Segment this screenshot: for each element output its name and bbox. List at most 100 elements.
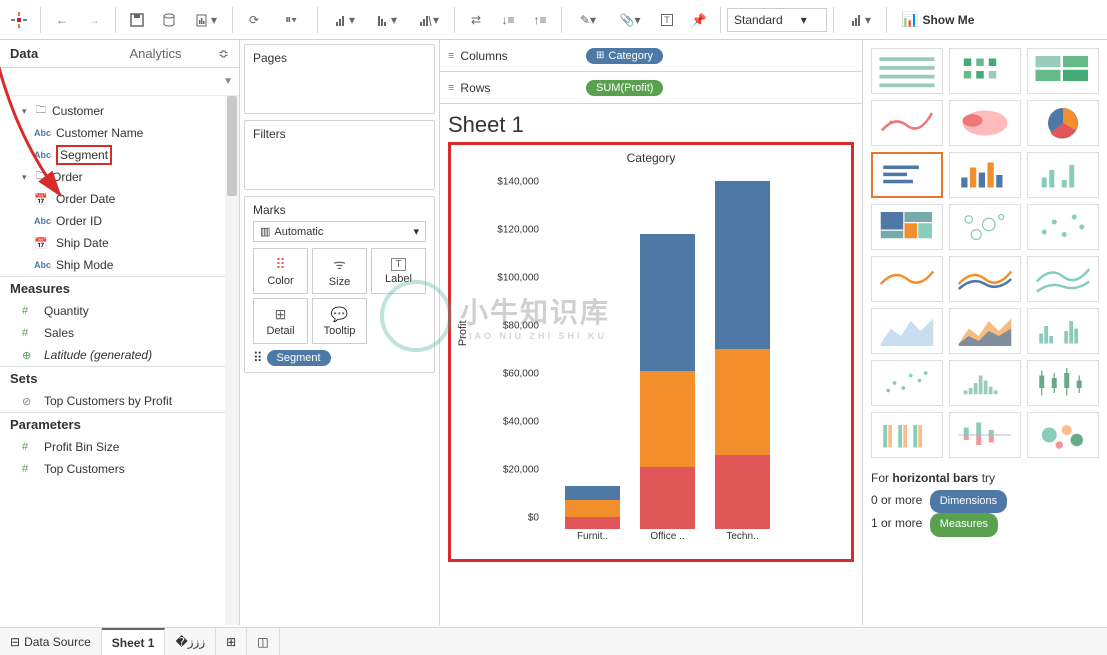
- showme-thumb-14[interactable]: [1027, 256, 1099, 302]
- showme-thumb-9[interactable]: [871, 204, 943, 250]
- showme-thumb-17[interactable]: [1027, 308, 1099, 354]
- sort-field-asc-icon[interactable]: ↓≡: [493, 5, 523, 35]
- scrollbar[interactable]: [225, 96, 239, 625]
- marks-detail[interactable]: ⊞Detail: [253, 298, 308, 344]
- showme-thumb-11[interactable]: [1027, 204, 1099, 250]
- new-dashboard-button[interactable]: ⊞: [216, 628, 247, 655]
- marks-tooltip[interactable]: 💬Tooltip: [312, 298, 367, 344]
- showme-thumb-3[interactable]: [871, 100, 943, 146]
- marks-type-dropdown[interactable]: ▥Automatic ▾: [253, 221, 426, 242]
- showme-thumb-13[interactable]: [949, 256, 1021, 302]
- tab-sheet1[interactable]: Sheet 1: [102, 628, 166, 655]
- folder-order[interactable]: ▾🗀Order: [0, 166, 239, 188]
- datasource-icon: ⊟: [10, 635, 20, 649]
- totals-icon[interactable]: ⇄: [461, 5, 491, 35]
- label-icon[interactable]: T: [652, 5, 682, 35]
- fit-dropdown[interactable]: Standard ▾: [727, 8, 827, 32]
- showme-thumb-12[interactable]: [871, 256, 943, 302]
- tab-data[interactable]: Data: [0, 40, 120, 67]
- sheet-title[interactable]: Sheet 1: [448, 112, 854, 138]
- forward-icon[interactable]: →: [79, 5, 109, 35]
- pages-card[interactable]: Pages: [244, 44, 435, 114]
- tab-analytics[interactable]: Analytics≎: [120, 40, 240, 67]
- profit-pill[interactable]: SUM(Profit): [586, 80, 663, 96]
- highlight-icon[interactable]: ✎▾: [568, 5, 608, 35]
- field-latitude[interactable]: ⊕Latitude (generated): [0, 344, 239, 366]
- pin-icon[interactable]: 📌: [684, 5, 714, 35]
- rows-icon: ≡: [448, 82, 454, 94]
- ytick: $20,000: [503, 465, 539, 476]
- segment-home-office[interactable]: [565, 517, 620, 529]
- sort-field-desc-icon[interactable]: ↑≡: [525, 5, 555, 35]
- marks-label[interactable]: TLabel: [371, 248, 426, 294]
- field-customer-name[interactable]: AbcCustomer Name: [0, 122, 239, 144]
- group-icon[interactable]: 📎▾: [610, 5, 650, 35]
- field-quantity[interactable]: #Quantity: [0, 300, 239, 322]
- showme-thumb-1[interactable]: [949, 48, 1021, 94]
- new-sheet-icon[interactable]: ▾: [186, 5, 226, 35]
- rows-shelf[interactable]: ≡Rows SUM(Profit): [440, 72, 862, 104]
- swap-icon[interactable]: ▾: [324, 5, 364, 35]
- field-sales[interactable]: #Sales: [0, 322, 239, 344]
- showme-thumb-16[interactable]: [949, 308, 1021, 354]
- filters-card[interactable]: Filters: [244, 120, 435, 190]
- showme-thumb-0[interactable]: [871, 48, 943, 94]
- segment-pill[interactable]: Segment: [267, 350, 331, 366]
- segment-corporate[interactable]: [715, 349, 770, 455]
- show-me-hint: For horizontal bars try 0 or more Dimens…: [871, 468, 1099, 537]
- showme-thumb-8[interactable]: [1027, 152, 1099, 198]
- segment-consumer[interactable]: [565, 486, 620, 500]
- data-pane: Data Analytics≎ ▼ ▾🗀Customer AbcCustomer…: [0, 40, 240, 625]
- marks-size[interactable]: ᯤSize: [312, 248, 367, 294]
- show-me-button[interactable]: 📊 Show Me: [893, 7, 982, 32]
- field-top-customers-set[interactable]: ⊘Top Customers by Profit: [0, 390, 239, 412]
- segment-corporate[interactable]: [565, 500, 620, 517]
- new-source-icon[interactable]: [154, 5, 184, 35]
- refresh-icon[interactable]: ⟳: [239, 5, 269, 35]
- showme-thumb-22[interactable]: [949, 412, 1021, 458]
- ytick: $40,000: [503, 417, 539, 428]
- showme-thumb-2[interactable]: [1027, 48, 1099, 94]
- folder-customer[interactable]: ▾🗀Customer: [0, 100, 239, 122]
- tab-data-source[interactable]: ⊟Data Source: [0, 628, 102, 655]
- field-profit-bin[interactable]: #Profit Bin Size: [0, 436, 239, 458]
- showme-thumb-21[interactable]: [871, 412, 943, 458]
- field-segment[interactable]: AbcSegment: [0, 144, 239, 166]
- xlabel: Techn..: [705, 531, 780, 549]
- showme-thumb-10[interactable]: [949, 204, 1021, 250]
- save-icon[interactable]: [122, 5, 152, 35]
- showme-thumb-4[interactable]: [949, 100, 1021, 146]
- present-icon[interactable]: ▾: [840, 5, 880, 35]
- segment-consumer[interactable]: [640, 234, 695, 371]
- segment-corporate[interactable]: [640, 371, 695, 467]
- new-worksheet-button[interactable]: �ززز: [165, 628, 216, 655]
- marks-segment-pill-row[interactable]: ⠿ Segment: [253, 350, 426, 366]
- showme-thumb-20[interactable]: [1027, 360, 1099, 406]
- columns-shelf[interactable]: ≡Columns ⊞Category: [440, 40, 862, 72]
- pause-icon[interactable]: ⏸▾: [271, 5, 311, 35]
- back-icon[interactable]: ←: [47, 5, 77, 35]
- marks-color[interactable]: ⠿Color: [253, 248, 308, 294]
- showme-thumb-5[interactable]: [1027, 100, 1099, 146]
- field-top-customers-param[interactable]: #Top Customers: [0, 458, 239, 480]
- showme-thumb-7[interactable]: [949, 152, 1021, 198]
- sort-asc-icon[interactable]: ▾: [366, 5, 406, 35]
- field-order-id[interactable]: AbcOrder ID: [0, 210, 239, 232]
- segment-home-office[interactable]: [715, 455, 770, 529]
- new-story-button[interactable]: ◫: [247, 628, 279, 655]
- showme-thumb-15[interactable]: [871, 308, 943, 354]
- field-ship-mode[interactable]: AbcShip Mode: [0, 254, 239, 276]
- showme-thumb-18[interactable]: [871, 360, 943, 406]
- segment-consumer[interactable]: [715, 181, 770, 349]
- category-pill[interactable]: ⊞Category: [586, 48, 663, 64]
- showme-thumb-23[interactable]: [1027, 412, 1099, 458]
- chevron-down-icon: ▾: [801, 13, 807, 27]
- search-field-bar: ▼: [0, 68, 239, 96]
- segment-home-office[interactable]: [640, 467, 695, 529]
- field-order-date[interactable]: 📅Order Date: [0, 188, 239, 210]
- field-ship-date[interactable]: 📅Ship Date: [0, 232, 239, 254]
- dropdown-caret-icon[interactable]: ▼: [223, 76, 233, 87]
- showme-thumb-19[interactable]: [949, 360, 1021, 406]
- showme-thumb-6[interactable]: [871, 152, 943, 198]
- sort-desc-icon[interactable]: ▾: [408, 5, 448, 35]
